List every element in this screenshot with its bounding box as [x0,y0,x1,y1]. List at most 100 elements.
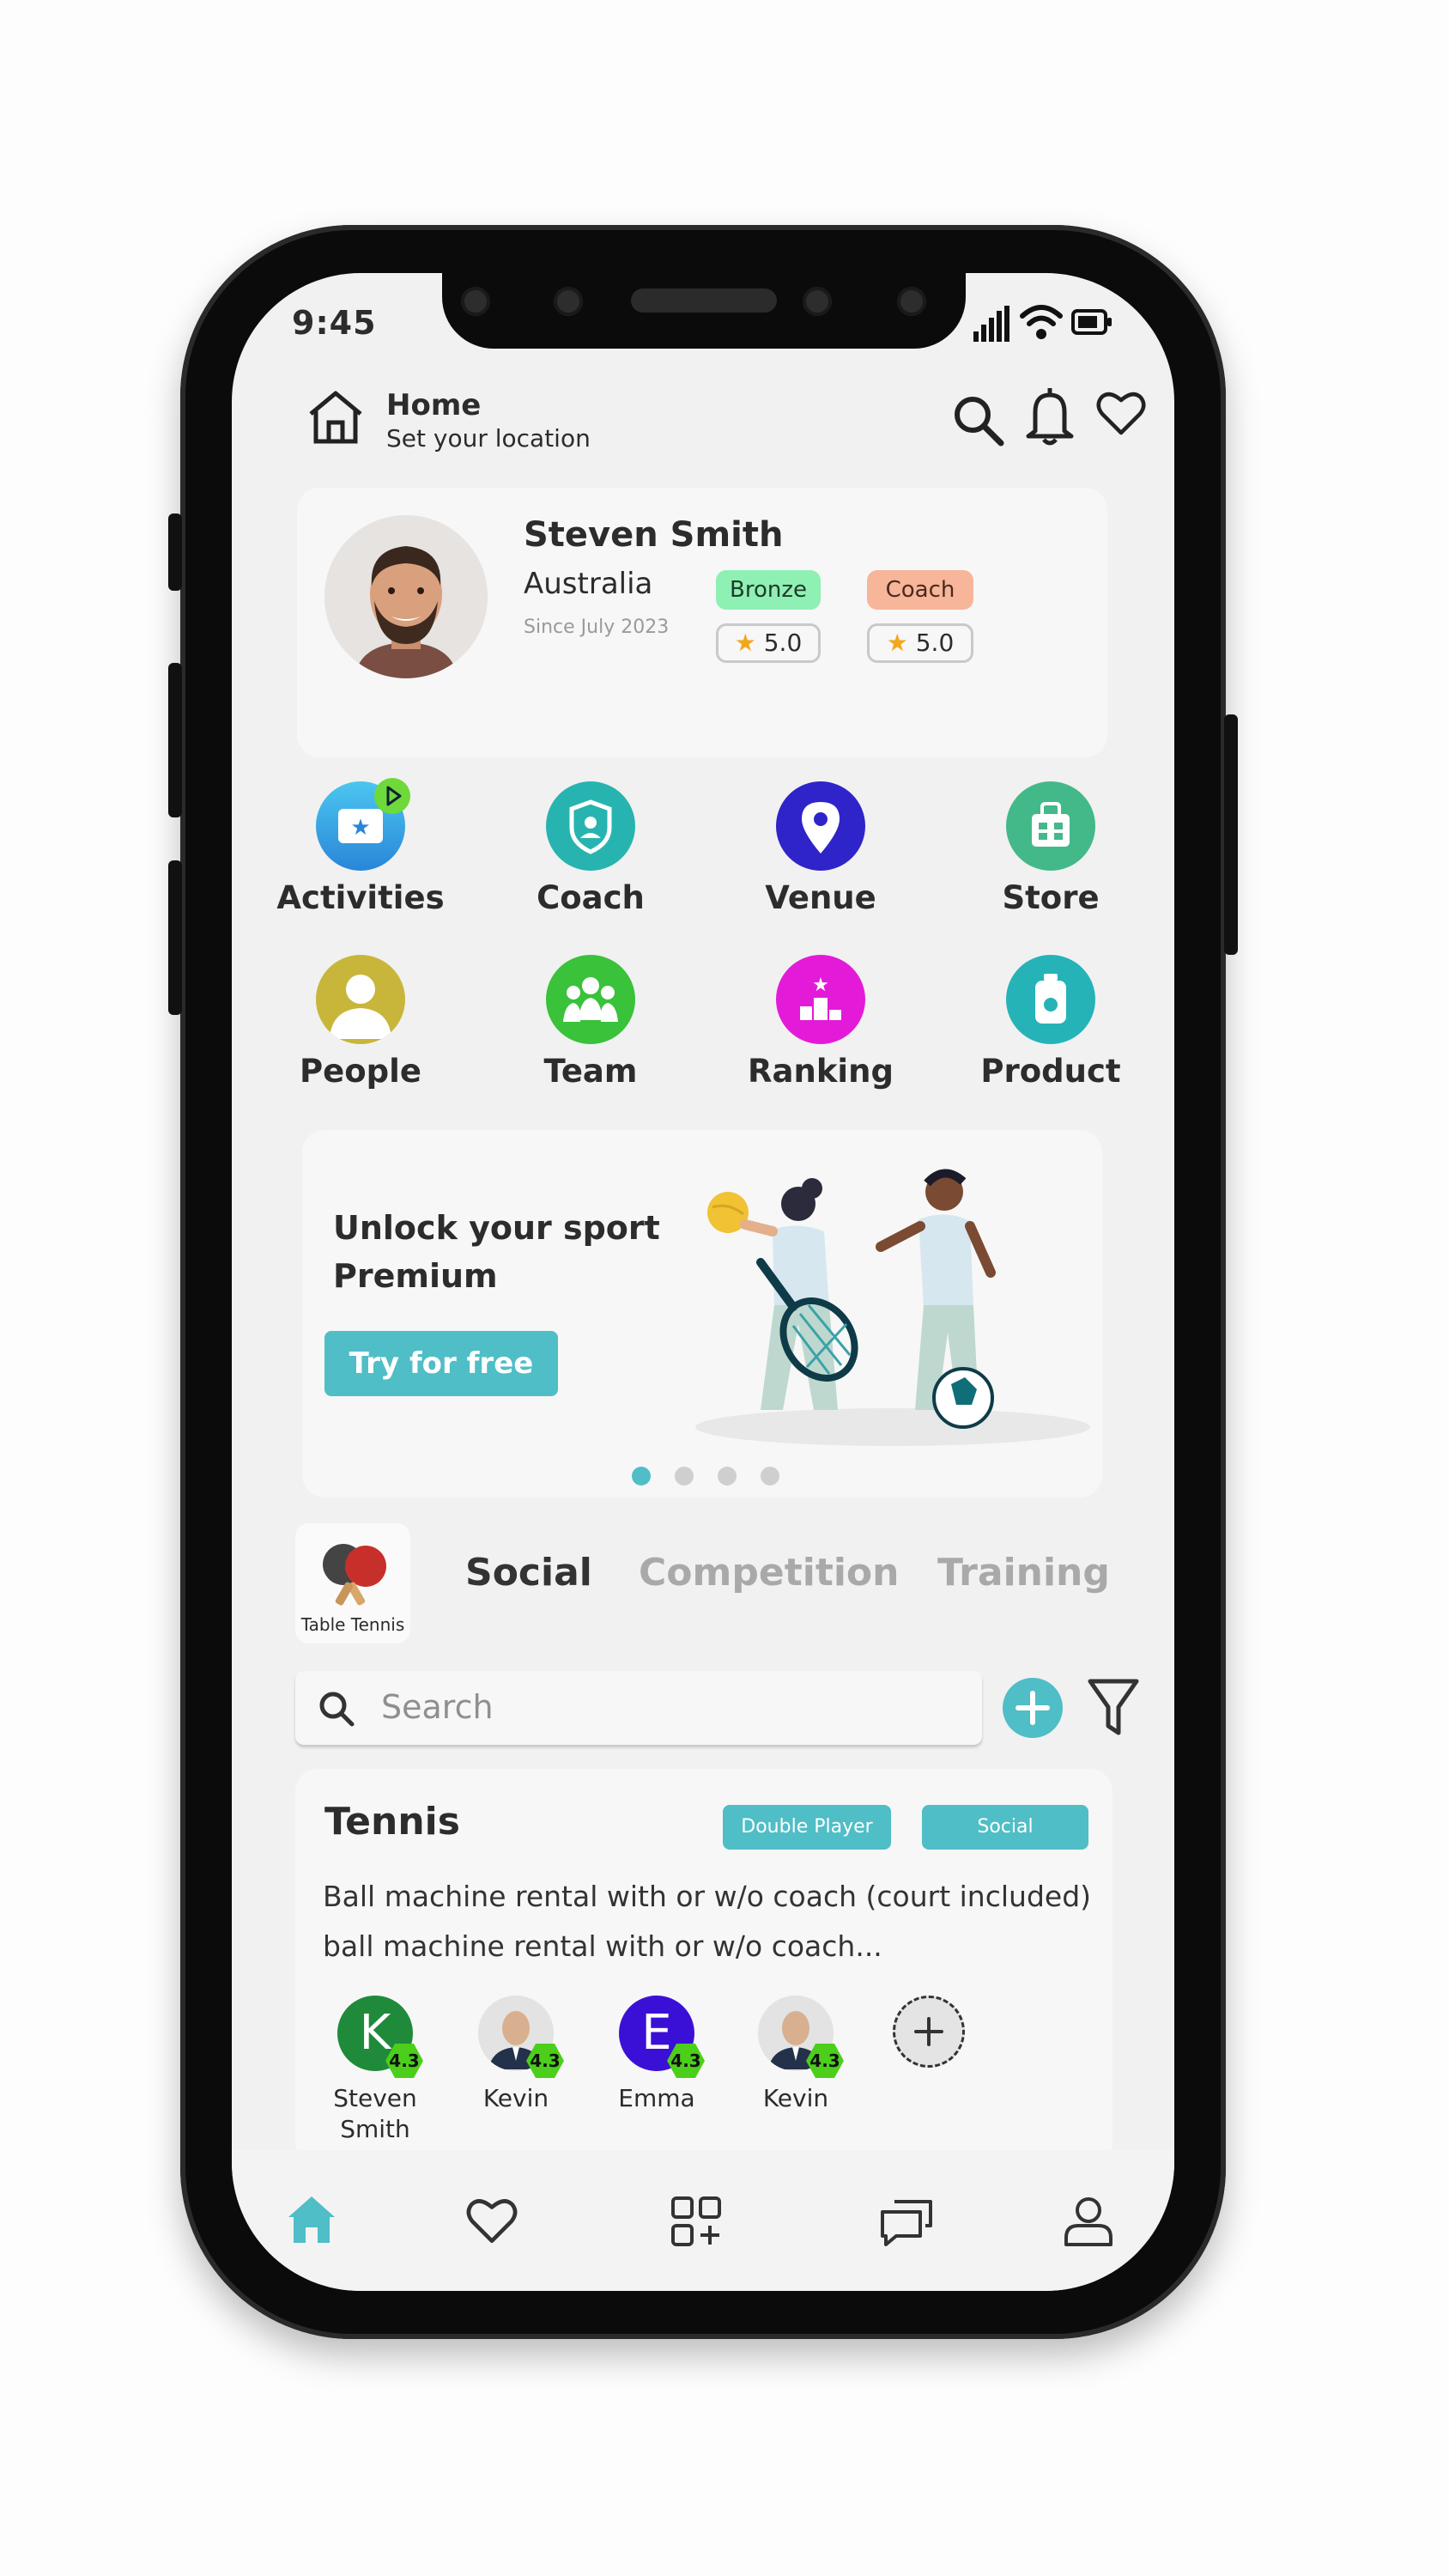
sports-illustration [695,1169,1090,1446]
activity-title: Tennis [324,1800,460,1844]
banner-title: Unlock your sport Premium [333,1204,660,1300]
category-store[interactable]: Store [956,781,1145,916]
podium-glyph: ★ [800,975,841,1020]
avatar: E 4.3 [619,1996,705,2078]
category-ranking[interactable]: ★ Ranking [726,955,915,1090]
avatar: K 4.3 [337,1996,423,2078]
description-line: Ball machine rental with or w/o coach (c… [323,1880,1092,1913]
avatar: 4.3 [478,1996,564,2078]
apps-add-icon[interactable] [670,2195,723,2248]
bottle-glyph [1035,974,1066,1024]
header-title[interactable]: Home [386,388,481,422]
search-icon [319,1692,355,1727]
sensor-icon [803,287,832,316]
banner-title-line: Premium [333,1257,498,1295]
person-glyph [330,975,391,1039]
tag-social: Social [922,1805,1088,1850]
category-team[interactable]: Team [496,955,685,1090]
search-input[interactable]: Search [295,1671,982,1745]
play-glyph [386,786,402,806]
member-name: Kevin [740,2083,852,2114]
carousel-dot-active[interactable] [632,1467,651,1485]
category-label: Venue [765,879,876,916]
shield-icon [546,781,635,871]
tab-competition[interactable]: Competition [639,1551,900,1595]
category-label: Store [1002,879,1100,916]
tab-training[interactable]: Training [937,1551,1110,1595]
add-button[interactable] [1003,1678,1063,1738]
try-for-free-button[interactable]: Try for free [324,1331,558,1396]
star-icon: ★ [886,629,908,657]
member-avatar[interactable]: E 4.3 Emma [601,1996,712,2114]
shield-glyph [569,799,612,854]
member-name: Emma [601,2083,712,2114]
name-line: Kevin [482,2084,549,2112]
avatar-photo [324,515,488,678]
member-avatar[interactable]: 4.3 Kevin [460,1996,572,2114]
avatar: 4.3 [758,1996,844,2078]
avatar-initial: E [641,2005,672,2061]
carousel-dot[interactable] [761,1467,779,1485]
category-label: Coach [537,879,645,916]
banner-title-line: Unlock your sport [333,1209,660,1247]
category-product[interactable]: Product [956,955,1145,1090]
svg-text:★: ★ [350,815,370,841]
member-avatar[interactable]: 4.3 Kevin [740,1996,852,2114]
name-line: Kevin [762,2084,829,2112]
profile-since: Since July 2023 [524,617,670,638]
name-line: Smith [340,2115,410,2143]
category-label: People [300,1053,421,1090]
chat-icon[interactable] [879,2195,936,2248]
ticket-icon: ★ [316,778,410,871]
table-tennis-icon [323,1544,386,1606]
location-subtitle[interactable]: Set your location [386,424,591,453]
mute-switch [168,513,182,591]
heart-icon[interactable] [465,2196,518,2245]
rating-value: 5.0 [915,629,955,657]
avatar[interactable] [324,515,488,678]
speaker [631,289,777,313]
name-line: Steven [333,2084,417,2112]
carousel-dot[interactable] [675,1467,694,1485]
member-name: Steven Smith [319,2083,431,2145]
sport-selector[interactable]: Table Tennis [295,1523,410,1643]
bell-icon[interactable] [1023,383,1076,448]
bottom-nav [232,2150,1174,2291]
star-icon: ★ [734,629,756,657]
tab-social[interactable]: Social [465,1551,592,1595]
heart-icon[interactable] [1095,390,1147,436]
bottle-icon [1006,955,1095,1044]
category-activities[interactable]: ★ Activities [266,778,455,916]
carousel-dot[interactable] [718,1467,737,1485]
power-button [1224,714,1238,955]
category-label: Product [980,1053,1121,1090]
name-line: Emma [618,2084,695,2112]
profile-icon[interactable] [1061,2193,1116,2248]
volume-down-button [168,860,182,1015]
member-avatar[interactable]: K 4.3 Steven Smith [319,1996,431,2145]
play-badge-icon [374,778,410,814]
battery-icon [1071,309,1112,335]
bronze-badge: Bronze [716,570,821,610]
category-label: Ranking [748,1053,894,1090]
phone-frame: 9:45 Home Set your location Steven Smith… [168,225,1238,2339]
wifi-icon [1020,305,1063,339]
rating-badge: 4.3 [385,2044,423,2078]
signal-icon [973,306,1009,342]
filter-icon[interactable] [1087,1676,1140,1738]
group-icon [546,955,635,1044]
avatar-initial: K [359,2005,391,2061]
search-icon[interactable] [951,393,1004,447]
category-venue[interactable]: Venue [726,781,915,916]
category-coach[interactable]: Coach [496,781,685,916]
home-location-icon[interactable] [306,388,366,445]
shop-glyph [1032,802,1070,847]
add-member-button[interactable] [893,1996,965,2068]
volume-up-button [168,663,182,817]
shop-icon [1006,781,1095,871]
category-people[interactable]: People [266,955,455,1090]
plus-icon [1016,1691,1050,1725]
rating-badge: 4.3 [667,2044,705,2078]
tag-double-player: Double Player [723,1805,891,1850]
home-icon[interactable] [285,2193,338,2246]
